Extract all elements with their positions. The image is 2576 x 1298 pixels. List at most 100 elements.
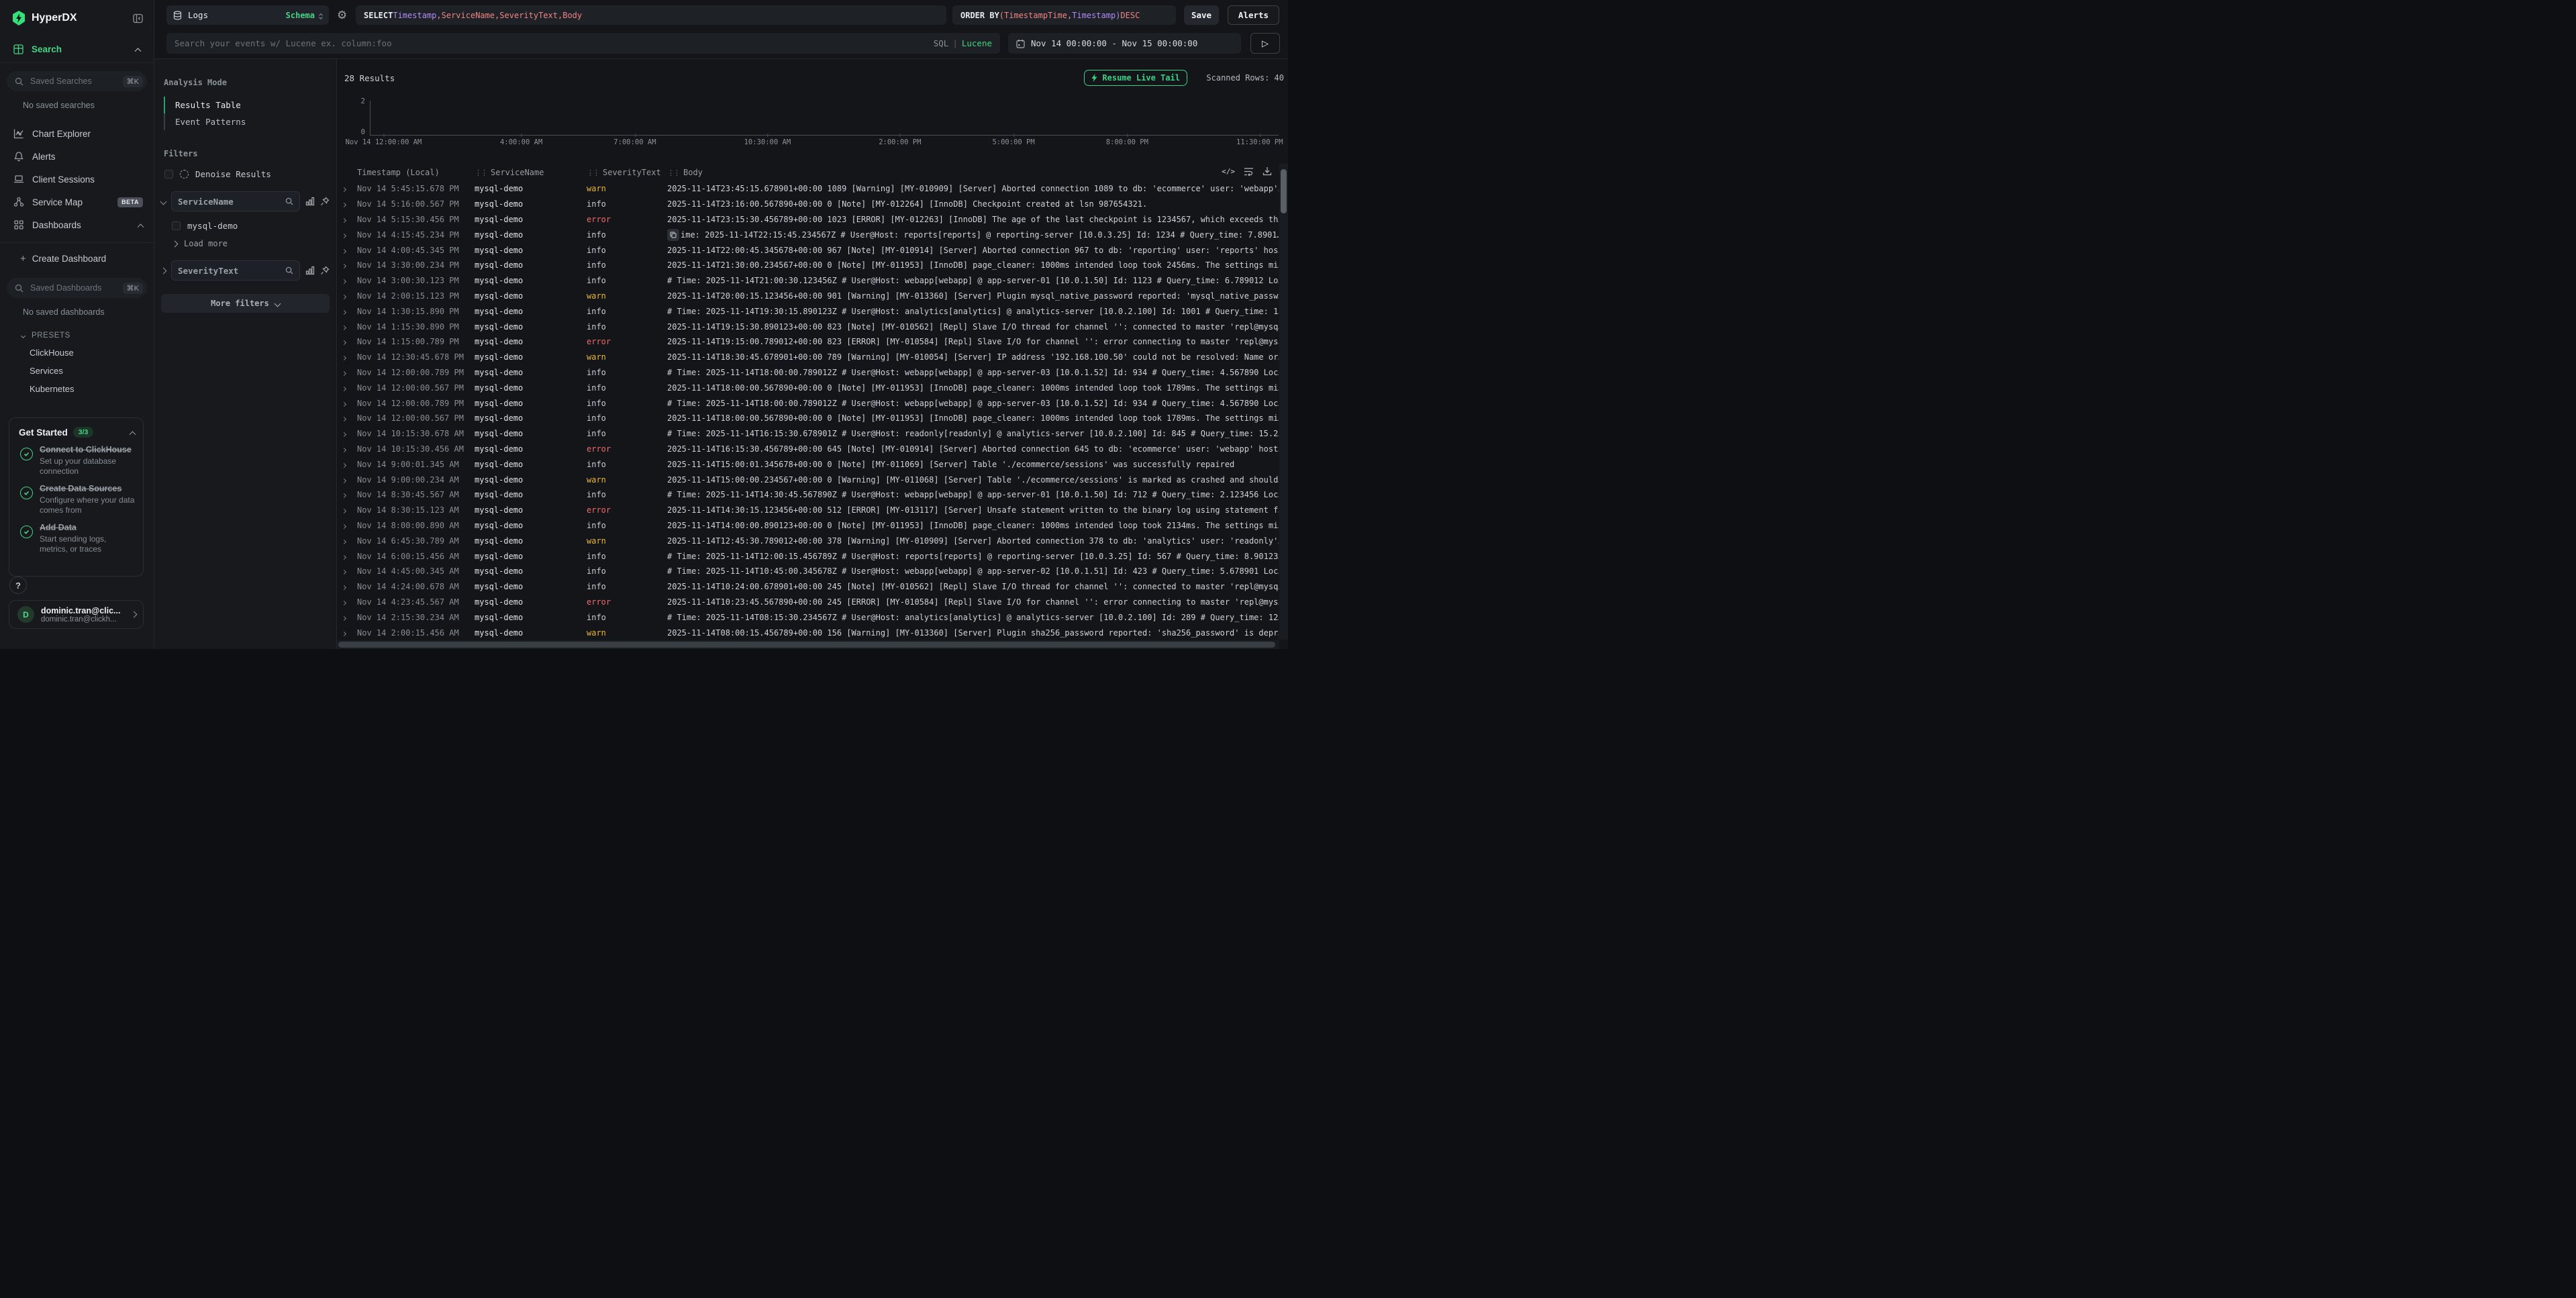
table-row[interactable]: Nov 14 8:30:45.567 AM mysql-demo info # … [337, 487, 1279, 503]
expand-row-icon[interactable] [342, 552, 352, 561]
table-row[interactable]: Nov 14 9:00:01.345 AM mysql-demo info 20… [337, 456, 1279, 472]
col-timestamp[interactable]: Timestamp (Local) [357, 168, 475, 177]
get-started-step-add-data[interactable]: Add Data Start sending logs, metrics, or… [19, 523, 135, 554]
chevron-up-icon[interactable] [135, 48, 142, 54]
chevron-right-icon[interactable] [160, 267, 167, 274]
table-row[interactable]: Nov 14 12:00:00.567 PM mysql-demo info 2… [337, 411, 1279, 426]
table-row[interactable]: Nov 14 3:00:30.123 PM mysql-demo info # … [337, 273, 1279, 289]
table-row[interactable]: Nov 14 4:23:45.567 AM mysql-demo error 2… [337, 595, 1279, 610]
table-row[interactable]: Nov 14 4:15:45.234 PM mysql-demo info im… [337, 227, 1279, 242]
expand-row-icon[interactable] [342, 505, 352, 515]
expand-row-icon[interactable] [342, 322, 352, 332]
preset-clickhouse[interactable]: ClickHouse [30, 348, 154, 358]
table-row[interactable]: Nov 14 5:45:15.678 PM mysql-demo warn 20… [337, 181, 1279, 197]
help-button[interactable]: ? [9, 577, 27, 594]
scrollbar-thumb[interactable] [1281, 169, 1287, 213]
col-severitytext[interactable]: ⋮⋮SeverityText [587, 168, 667, 177]
drag-handle-icon[interactable]: ⋮⋮ [475, 168, 487, 177]
expand-row-icon[interactable] [342, 429, 352, 438]
horizontal-scrollbar[interactable] [337, 640, 1279, 649]
table-row[interactable]: Nov 14 1:30:15.890 PM mysql-demo info # … [337, 303, 1279, 319]
preset-kubernetes[interactable]: Kubernetes [30, 384, 154, 394]
sidebar-item-alerts[interactable]: Alerts [0, 145, 154, 168]
table-row[interactable]: Nov 14 4:45:00.345 AM mysql-demo info # … [337, 564, 1279, 579]
presets-section-toggle[interactable]: PRESETS [21, 332, 154, 340]
expand-row-icon[interactable] [342, 444, 352, 454]
expand-row-icon[interactable] [342, 383, 352, 393]
preset-services[interactable]: Services [30, 366, 154, 376]
chevron-up-icon[interactable] [138, 223, 144, 230]
mode-sql[interactable]: SQL [934, 38, 949, 48]
denoise-results-toggle[interactable]: Denoise Results [164, 169, 336, 179]
scrollbar-thumb[interactable] [338, 642, 1275, 648]
saved-searches-input[interactable]: Saved Searches ⌘K [7, 71, 147, 91]
expand-row-icon[interactable] [342, 368, 352, 377]
save-button[interactable]: Save [1184, 5, 1219, 25]
load-more-button[interactable]: Load more [172, 239, 336, 248]
pin-icon[interactable] [320, 266, 330, 275]
sidebar-item-search[interactable]: Search [0, 36, 154, 63]
copy-icon[interactable] [667, 229, 679, 241]
expand-row-icon[interactable] [342, 352, 352, 362]
table-row[interactable]: Nov 14 1:15:30.890 PM mysql-demo info 20… [337, 319, 1279, 334]
table-row[interactable]: Nov 14 2:00:15.123 PM mysql-demo warn 20… [337, 289, 1279, 304]
facet-chart-icon[interactable] [305, 266, 315, 275]
table-row[interactable]: Nov 14 4:00:45.345 PM mysql-demo info 20… [337, 242, 1279, 258]
sidebar-item-client-sessions[interactable]: Client Sessions [0, 168, 154, 191]
table-row[interactable]: Nov 14 8:30:15.123 AM mysql-demo error 2… [337, 503, 1279, 518]
alerts-button[interactable]: Alerts [1228, 5, 1279, 25]
sidebar-item-dashboards[interactable]: Dashboards [0, 213, 154, 236]
expand-row-icon[interactable] [342, 399, 352, 408]
table-row[interactable]: Nov 14 2:00:15.456 AM mysql-demo warn 20… [337, 625, 1279, 640]
vertical-scrollbar[interactable] [1279, 164, 1288, 640]
drag-handle-icon[interactable]: ⋮⋮ [587, 168, 599, 177]
expand-row-icon[interactable] [342, 260, 352, 270]
resume-live-tail-button[interactable]: Resume Live Tail [1084, 70, 1187, 86]
expand-row-icon[interactable] [342, 246, 352, 255]
expand-row-icon[interactable] [342, 413, 352, 423]
expand-row-icon[interactable] [342, 215, 352, 224]
facet-value-mysql-demo[interactable]: mysql-demo [172, 221, 336, 231]
expand-row-icon[interactable] [342, 628, 352, 638]
source-select[interactable]: Logs Schema [166, 5, 329, 25]
select-clause-input[interactable]: SELECT Timestamp,ServiceName,SeverityTex… [356, 5, 946, 25]
checkbox[interactable] [172, 221, 181, 230]
sidebar-item-chart-explorer[interactable]: Chart Explorer [0, 122, 154, 145]
date-range-picker[interactable]: Nov 14 00:00:00 - Nov 15 00:00:00 [1008, 33, 1241, 54]
expand-row-icon[interactable] [342, 475, 352, 485]
results-histogram[interactable] [370, 101, 1279, 136]
mode-event-patterns[interactable]: Event Patterns [164, 113, 336, 130]
table-row[interactable]: Nov 14 12:00:00.789 PM mysql-demo info #… [337, 395, 1279, 411]
expand-row-icon[interactable] [342, 276, 352, 285]
chevron-up-icon[interactable] [130, 431, 136, 438]
table-row[interactable]: Nov 14 1:15:00.789 PM mysql-demo error 2… [337, 334, 1279, 350]
table-row[interactable]: Nov 14 6:00:15.456 AM mysql-demo info # … [337, 548, 1279, 564]
col-servicename[interactable]: ⋮⋮ServiceName [475, 168, 587, 177]
pin-icon[interactable] [320, 197, 330, 206]
expand-row-icon[interactable] [342, 536, 352, 546]
facet-severitytext-search[interactable]: SeverityText [171, 260, 300, 281]
facet-chart-icon[interactable] [305, 197, 315, 206]
table-row[interactable]: Nov 14 10:15:30.678 AM mysql-demo info #… [337, 426, 1279, 442]
expand-row-icon[interactable] [342, 460, 352, 469]
mode-results-table[interactable]: Results Table [164, 97, 336, 113]
get-started-step-datasources[interactable]: Create Data Sources Configure where your… [19, 484, 135, 515]
expand-row-icon[interactable] [342, 597, 352, 607]
expand-row-icon[interactable] [342, 521, 352, 530]
expand-row-icon[interactable] [342, 230, 352, 240]
expand-row-icon[interactable] [342, 566, 352, 576]
create-dashboard-button[interactable]: + Create Dashboard [0, 247, 154, 270]
source-settings-gear-icon[interactable]: ⚙ [337, 9, 347, 22]
expand-row-icon[interactable] [342, 613, 352, 622]
more-filters-button[interactable]: More filters [161, 294, 330, 313]
expand-row-icon[interactable] [342, 199, 352, 209]
saved-dashboards-input[interactable]: Saved Dashboards ⌘K [7, 278, 147, 298]
drag-handle-icon[interactable]: ⋮⋮ [667, 168, 679, 177]
expand-row-icon[interactable] [342, 307, 352, 316]
table-row[interactable]: Nov 14 4:24:00.678 AM mysql-demo info 20… [337, 579, 1279, 595]
table-row[interactable]: Nov 14 10:15:30.456 AM mysql-demo error … [337, 442, 1279, 457]
chevron-down-icon[interactable] [160, 198, 167, 205]
table-row[interactable]: Nov 14 12:00:00.789 PM mysql-demo info #… [337, 365, 1279, 381]
facet-servicename-search[interactable]: ServiceName [171, 191, 300, 211]
table-row[interactable]: Nov 14 8:00:00.890 AM mysql-demo info 20… [337, 518, 1279, 534]
